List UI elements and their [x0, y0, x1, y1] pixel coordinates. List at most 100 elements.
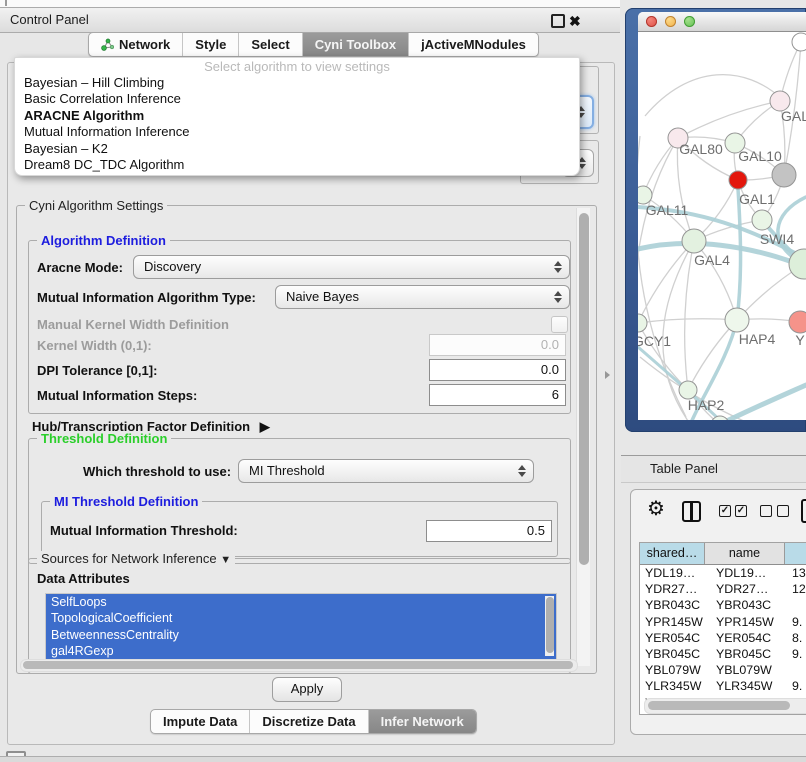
aracne-mode-value: Discovery: [144, 256, 201, 278]
algorithm-option[interactable]: Basic Correlation Inference: [15, 91, 579, 107]
network-node-gal4[interactable]: [682, 229, 706, 253]
tab-impute-data[interactable]: Impute Data: [151, 710, 249, 733]
table-cell: YDL19…: [705, 565, 785, 581]
table-cell: YLR345W: [640, 678, 705, 694]
table-row[interactable]: YDL19…YDL19…13: [640, 565, 806, 581]
tab-jactivemnodules[interactable]: jActiveMNodules: [408, 33, 538, 56]
network-node-swi4[interactable]: [752, 210, 772, 230]
algorithm-option[interactable]: Bayesian – K2: [15, 141, 579, 157]
apply-button[interactable]: Apply: [272, 677, 342, 702]
attr-scrollbar-track[interactable]: [545, 596, 554, 656]
minimize-window-icon[interactable]: [665, 16, 676, 27]
algorithm-option[interactable]: ARACNE Algorithm: [15, 108, 579, 124]
table-row[interactable]: YER054CYER054C8.: [640, 630, 806, 646]
mi-threshold-field[interactable]: 0.5: [426, 520, 552, 542]
table-cell: YDR27…: [705, 581, 785, 597]
mi-threshold-group-title: MI Threshold Definition: [50, 494, 202, 509]
tab-infer-network[interactable]: Infer Network: [368, 710, 476, 733]
tab-select[interactable]: Select: [238, 33, 301, 56]
table-panel: ⚙ ✓ ✓ shared…name YDL19…YDL19…13YDR27…YD…: [630, 489, 806, 735]
table-column-header[interactable]: [785, 543, 806, 564]
mi-steps-field[interactable]: 6: [429, 384, 566, 406]
table-row[interactable]: YBR045CYBR045C9.: [640, 646, 806, 662]
sources-title: Sources for Network Inference: [41, 551, 217, 566]
data-attributes-list[interactable]: SelfLoopsTopologicalCoefficientBetweenne…: [45, 593, 557, 661]
checkbox-unchecked-icon[interactable]: [760, 505, 772, 517]
table-cell: YBL079W: [640, 662, 705, 678]
table-row[interactable]: YDR27…YDR27…12: [640, 581, 806, 597]
which-threshold-combo[interactable]: MI Threshold: [238, 459, 534, 483]
collapse-arrow-icon[interactable]: ▼: [220, 554, 231, 566]
tab-network[interactable]: Network: [89, 33, 182, 56]
tab-discretize-data[interactable]: Discretize Data: [249, 710, 367, 733]
settings-hscrollbar-thumb[interactable]: [23, 661, 573, 669]
dpi-tolerance-label: DPI Tolerance [0,1]:: [37, 363, 157, 378]
table-row[interactable]: YPR145WYPR145W9.: [640, 614, 806, 630]
data-attribute-item[interactable]: BetweennessCentrality: [46, 627, 556, 643]
attr-scrollbar-thumb[interactable]: [546, 597, 554, 653]
table-row[interactable]: YLR345WYLR345W9.: [640, 678, 806, 694]
network-node[interactable]: [711, 416, 729, 420]
data-attribute-item[interactable]: TopologicalCoefficient: [46, 610, 556, 626]
splitpane-handle-icon[interactable]: [605, 371, 610, 379]
control-panel-title: Control Panel: [10, 8, 89, 32]
node-label: GAL80: [679, 141, 723, 157]
gear-icon[interactable]: ⚙: [647, 499, 665, 519]
network-canvas[interactable]: GALGAL80GAL10GAL1SWI4GAL11GAL4GCY1HAP4YH…: [638, 32, 806, 420]
network-node-hap4[interactable]: [725, 308, 749, 332]
table-row[interactable]: YBR043CYBR043C: [640, 597, 806, 613]
network-edge: [638, 319, 737, 323]
checkbox-checked-icon[interactable]: ✓: [735, 505, 747, 517]
checkbox-unchecked-icon[interactable]: [777, 505, 789, 517]
table-cell: YBR045C: [640, 646, 705, 662]
network-node[interactable]: [792, 33, 806, 51]
close-window-icon[interactable]: [646, 16, 657, 27]
table-column-header[interactable]: name: [705, 543, 785, 564]
close-panel-icon[interactable]: ✖: [569, 9, 581, 33]
table-row[interactable]: YBL079WYBL079W: [640, 662, 806, 678]
checkbox-checked-icon[interactable]: ✓: [719, 505, 731, 517]
node-label: HAP4: [739, 331, 776, 347]
network-window-titlebar[interactable]: [638, 12, 806, 32]
table-hscrollbar-track[interactable]: [644, 698, 806, 714]
network-edge: [645, 75, 782, 116]
data-attribute-item[interactable]: gal4RGexp: [46, 643, 556, 659]
data-attribute-item[interactable]: SelfLoops: [46, 594, 556, 610]
network-node-y[interactable]: [789, 311, 806, 333]
zoom-window-icon[interactable]: [684, 16, 695, 27]
dpi-tolerance-field[interactable]: 0.0: [429, 359, 566, 381]
aracne-mode-combo[interactable]: Discovery: [133, 255, 570, 279]
network-node-gal1[interactable]: [729, 171, 747, 189]
node-label: GAL11: [646, 202, 689, 218]
kernel-width-field[interactable]: 0.0: [429, 334, 566, 356]
mi-algorithm-type-combo[interactable]: Naive Bayes: [275, 285, 570, 309]
algorithm-option[interactable]: Dream8 DC_TDC Algorithm: [15, 157, 579, 173]
table-panel-title: Table Panel: [650, 456, 718, 482]
columns-icon[interactable]: [682, 501, 701, 522]
node-label: GCY1: [638, 333, 671, 349]
float-panel-icon[interactable]: [551, 14, 565, 28]
table-column-header[interactable]: shared…: [640, 543, 705, 564]
tab-cyni-toolbox[interactable]: Cyni Toolbox: [302, 33, 408, 56]
expand-arrow-icon[interactable]: ▶: [260, 419, 270, 434]
network-node[interactable]: [772, 163, 796, 187]
algorithm-option[interactable]: Mutual Information Inference: [15, 124, 579, 140]
algorithm-dropdown-popup[interactable]: Select algorithm to view settings Bayesi…: [14, 57, 580, 176]
table-cell: YER054C: [640, 630, 705, 646]
network-icon: [101, 38, 114, 51]
manual-kernel-width-checkbox[interactable]: [551, 316, 568, 333]
tab-style[interactable]: Style: [182, 33, 238, 56]
document-icon[interactable]: [801, 499, 806, 523]
control-panel-titlebar: Control Panel ✖: [0, 7, 620, 33]
sources-title-wrap[interactable]: Sources for Network Inference ▼: [37, 551, 235, 568]
table-hscrollbar-thumb[interactable]: [648, 701, 790, 710]
network-canvas-svg[interactable]: GALGAL80GAL10GAL1SWI4GAL11GAL4GCY1HAP4YH…: [638, 32, 806, 420]
table-cell: YBL079W: [705, 662, 785, 678]
algorithm-option[interactable]: Bayesian – Hill Climbing: [15, 75, 579, 91]
network-edge: [678, 101, 780, 138]
settings-scrollbar-track[interactable]: [576, 208, 590, 666]
settings-hscrollbar-track[interactable]: [20, 659, 578, 672]
network-node-gcy1[interactable]: [638, 314, 647, 332]
settings-scrollbar-thumb[interactable]: [579, 213, 589, 565]
table-cell: 9.: [785, 614, 806, 630]
